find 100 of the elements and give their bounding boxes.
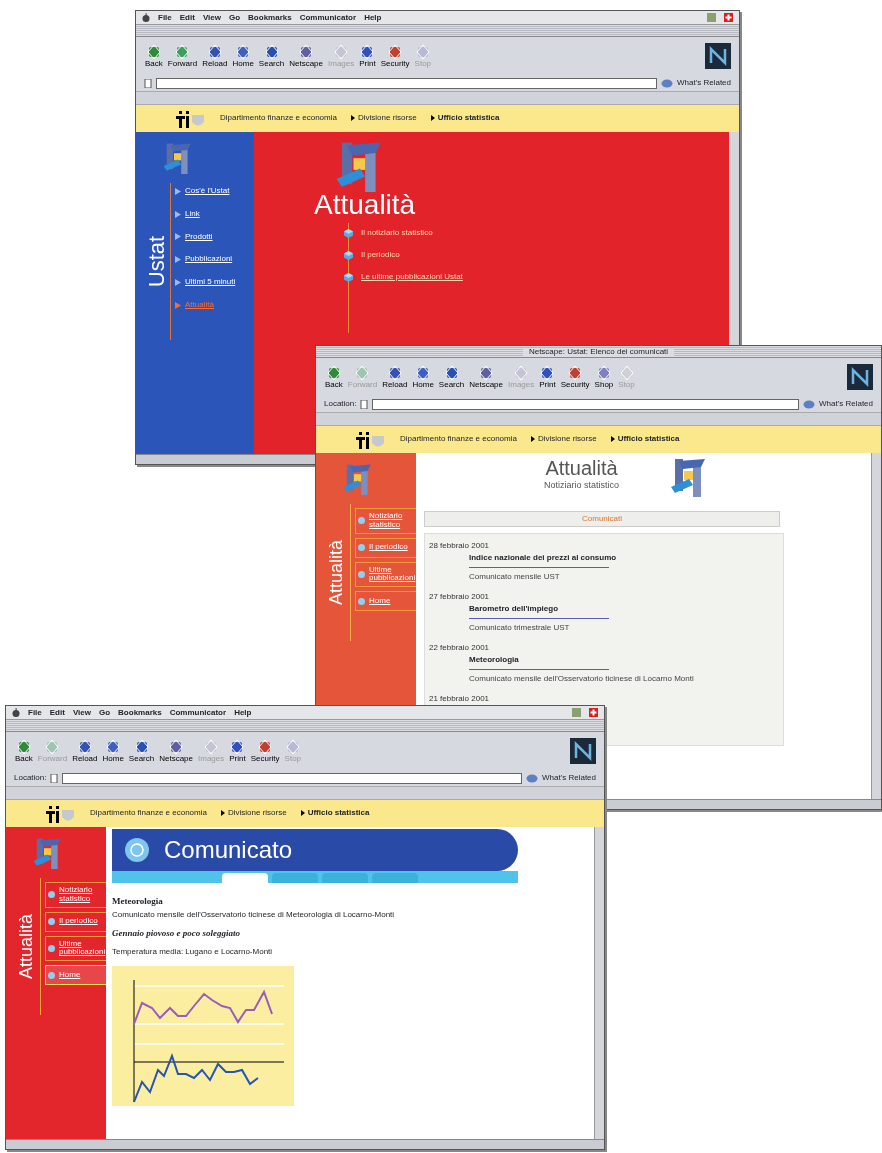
nav-link-item[interactable]: Ultimi 5 minuti xyxy=(175,278,250,287)
location-label: Location: xyxy=(14,772,47,784)
app-icon xyxy=(589,708,598,717)
toolbar-button[interactable]: Reload xyxy=(71,737,99,765)
menu-item[interactable]: View xyxy=(202,11,221,24)
toolbar-button[interactable]: Print xyxy=(358,42,377,70)
menu-item[interactable]: Go xyxy=(229,11,241,24)
dot-icon xyxy=(358,544,365,552)
menu-item[interactable]: File xyxy=(28,706,42,719)
tool-icon xyxy=(513,364,530,381)
url-field[interactable] xyxy=(156,77,657,89)
related-icon xyxy=(526,773,538,783)
apple-icon xyxy=(12,708,20,717)
breadcrumb-link[interactable]: Ufficio statistica xyxy=(617,435,680,444)
toolbar-button[interactable]: Search xyxy=(437,363,466,391)
menu-item[interactable]: Edit xyxy=(179,11,195,24)
content-link[interactable]: Il periodico xyxy=(361,249,400,261)
toolbar-button[interactable]: Search xyxy=(127,737,156,765)
sidebar-title: Ustat xyxy=(143,235,171,288)
toolbar-button[interactable]: Shop xyxy=(593,363,615,391)
breadcrumb-link[interactable]: Divisione risorse xyxy=(537,435,597,444)
entry-date: 21 febbraio 2001 xyxy=(429,693,491,705)
toolbar-button[interactable]: Home xyxy=(231,42,255,70)
entry-date: 28 febbraio 2001 xyxy=(429,540,491,552)
breadcrumb-link[interactable]: Divisione risorse xyxy=(227,809,287,818)
scrollbar[interactable] xyxy=(871,453,881,799)
tab[interactable] xyxy=(322,873,368,883)
toolbar-button[interactable]: Print xyxy=(538,363,557,391)
toolbar-button[interactable]: Security xyxy=(559,363,591,391)
app-icon xyxy=(572,708,581,717)
menu-item[interactable]: Edit xyxy=(49,706,65,719)
menu-item[interactable]: Bookmarks xyxy=(118,706,162,719)
nav-link-item[interactable]: Cos'è l'Ustat xyxy=(175,187,250,196)
menu-item[interactable]: File xyxy=(158,11,172,24)
toolbar-button[interactable]: Forward xyxy=(166,42,199,70)
bullet-icon xyxy=(175,279,181,287)
breadcrumb-link[interactable]: Dipartimento finanze e economia xyxy=(90,809,207,818)
cube-icon xyxy=(344,250,353,260)
menu-item[interactable]: Help xyxy=(234,706,252,719)
related-link[interactable]: What's Related xyxy=(819,398,873,410)
url-field[interactable] xyxy=(372,398,799,410)
content-link[interactable]: Le ultime pubblicazioni Ustat xyxy=(361,271,463,283)
app-icon xyxy=(724,13,733,22)
url-field[interactable] xyxy=(62,772,522,784)
menu-item[interactable]: Help xyxy=(364,11,382,24)
menu-item[interactable]: View xyxy=(72,706,91,719)
nav-link-item[interactable]: Pubblicazioni xyxy=(175,255,250,265)
related-icon xyxy=(803,399,815,409)
tab[interactable] xyxy=(222,873,268,883)
breadcrumb-link[interactable]: Dipartimento finanze e economia xyxy=(220,114,337,123)
content-link[interactable]: Il notiziario statistico xyxy=(361,227,433,239)
toolbar-button[interactable]: Reload xyxy=(201,42,229,70)
related-link[interactable]: What's Related xyxy=(542,772,596,784)
dot-icon xyxy=(48,971,55,979)
related-link[interactable]: What's Related xyxy=(677,77,731,89)
toolbar-button[interactable]: Netscape xyxy=(158,737,194,765)
toolbar-button[interactable]: Back xyxy=(14,737,34,765)
nav-link-item[interactable]: Link xyxy=(175,209,250,219)
menu-item[interactable]: Go xyxy=(99,706,111,719)
menu-item[interactable]: Bookmarks xyxy=(248,11,292,24)
sidebar-title: Attualità xyxy=(325,540,348,606)
link-underline-icon xyxy=(469,668,609,671)
breadcrumb-link[interactable]: Ufficio statistica xyxy=(307,809,370,818)
toolbar-button[interactable]: Back xyxy=(324,363,344,391)
dot-icon xyxy=(48,944,55,952)
toolbar-button[interactable]: Reload xyxy=(381,363,409,391)
toolbar-button[interactable]: Back xyxy=(144,42,164,70)
page-icon xyxy=(360,399,369,409)
tool-icon xyxy=(263,43,280,60)
location-label: Location: xyxy=(324,398,357,410)
breadcrumb-link[interactable]: Dipartimento finanze e economia xyxy=(400,435,517,444)
menu-item[interactable]: Communicator xyxy=(169,706,227,719)
page-heading: Comunicato xyxy=(164,835,293,865)
toolbar-button[interactable]: Search xyxy=(257,42,286,70)
triangle-icon xyxy=(610,436,615,443)
page-icon xyxy=(144,78,152,88)
toolbar-button[interactable]: Netscape xyxy=(468,363,504,391)
bullet-icon xyxy=(175,210,181,218)
tab[interactable] xyxy=(372,873,418,883)
tab[interactable] xyxy=(272,873,318,883)
triangle-icon xyxy=(220,810,225,817)
toolbar-button[interactable]: Home xyxy=(101,737,125,765)
breadcrumb-link[interactable]: Divisione risorse xyxy=(357,114,417,123)
nav-link-item[interactable]: Prodotti xyxy=(175,232,250,242)
nav-link-item[interactable]: Home xyxy=(45,965,109,986)
scrollbar[interactable] xyxy=(594,827,604,1139)
tool-icon xyxy=(415,364,432,381)
entry-title: Indice nazionale dei prezzi al consumo xyxy=(469,552,618,564)
breadcrumb-link[interactable]: Ufficio statistica xyxy=(437,114,500,123)
toolbar-button[interactable]: Security xyxy=(249,737,281,765)
toolbar-button[interactable]: Home xyxy=(411,363,435,391)
toolbar-button[interactable]: Security xyxy=(379,42,411,70)
menu-item[interactable]: Communicator xyxy=(299,11,357,24)
app-icon xyxy=(707,13,716,22)
tool-icon xyxy=(235,43,252,60)
toolbar-button[interactable]: Netscape xyxy=(288,42,324,70)
toolbar-button[interactable]: Print xyxy=(228,737,247,765)
circle-icon xyxy=(124,837,150,863)
sidebar-title: Attualità xyxy=(15,914,38,980)
entry-note: Comunicato mensile dell'Osservatorio ticinese di Locarno Monti xyxy=(469,673,695,685)
